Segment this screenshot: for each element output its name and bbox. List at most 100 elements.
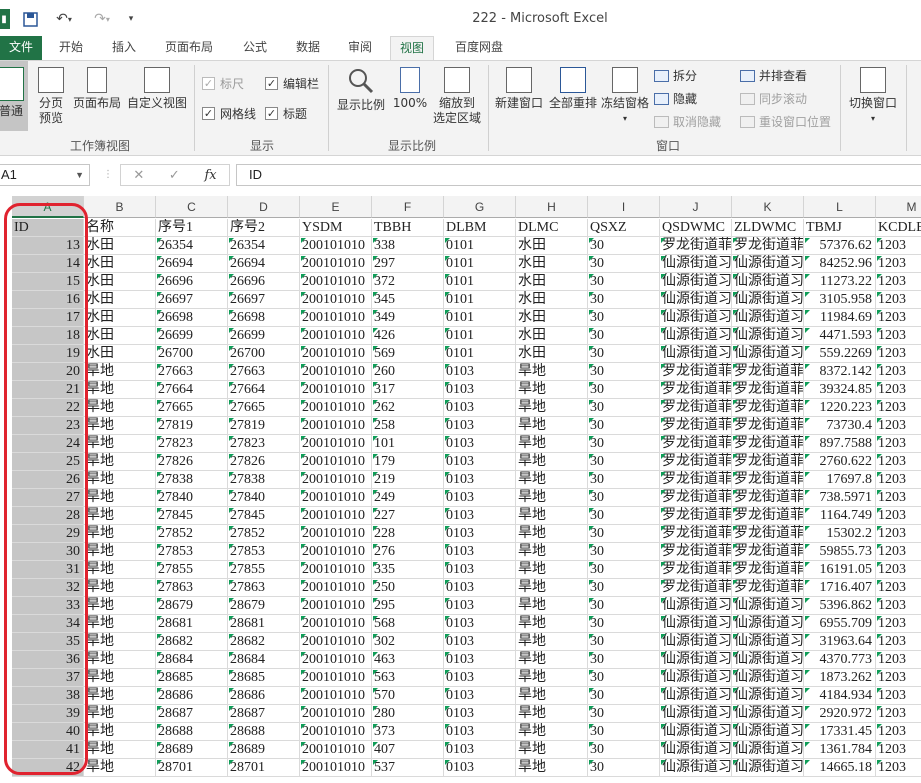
table-cell[interactable]: 0103	[444, 633, 516, 651]
column-header-a[interactable]: A	[12, 196, 84, 218]
table-cell[interactable]: 罗龙街道菲	[660, 471, 732, 489]
table-cell[interactable]: 旱地	[516, 489, 588, 507]
table-cell[interactable]: 345	[372, 291, 444, 309]
table-cell[interactable]: 27853	[228, 543, 300, 561]
header-cell[interactable]: QSDWMC	[660, 219, 732, 237]
table-cell[interactable]: 28685	[156, 669, 228, 687]
table-cell[interactable]: 仙源街道习	[660, 705, 732, 723]
table-cell[interactable]: 0101	[444, 309, 516, 327]
table-cell[interactable]: 旱地	[84, 723, 156, 741]
tab-page-layout[interactable]: 页面布局	[158, 36, 220, 60]
table-cell[interactable]: 1203	[876, 345, 921, 363]
table-cell[interactable]: 1203	[876, 489, 921, 507]
table-cell[interactable]: 463	[372, 651, 444, 669]
header-cell[interactable]: 序号1	[156, 219, 228, 237]
header-cell[interactable]: ID	[12, 219, 84, 237]
table-cell[interactable]: 27855	[156, 561, 228, 579]
table-cell[interactable]: 26354	[228, 237, 300, 255]
table-cell[interactable]: 水田	[516, 237, 588, 255]
table-cell[interactable]: 426	[372, 327, 444, 345]
table-cell[interactable]: 罗龙街道菲	[732, 579, 804, 597]
reset-window-position-button[interactable]: 重设窗口位置	[740, 113, 831, 130]
table-cell[interactable]: 罗龙街道菲	[732, 489, 804, 507]
table-cell[interactable]: 罗龙街道菲	[660, 453, 732, 471]
save-icon[interactable]	[20, 9, 40, 29]
table-cell[interactable]: 1203	[876, 633, 921, 651]
table-cell[interactable]: 27664	[156, 381, 228, 399]
table-cell[interactable]: 1873.262	[804, 669, 876, 687]
table-cell[interactable]: 1203	[876, 687, 921, 705]
table-cell[interactable]: 0103	[444, 705, 516, 723]
table-cell[interactable]: 30	[588, 543, 660, 561]
table-cell[interactable]: 4184.934	[804, 687, 876, 705]
table-cell[interactable]: 262	[372, 399, 444, 417]
table-cell[interactable]: 罗龙街道菲	[732, 237, 804, 255]
table-cell[interactable]: 28689	[156, 741, 228, 759]
table-cell[interactable]: 26698	[156, 309, 228, 327]
table-cell[interactable]: 仙源街道习	[660, 723, 732, 741]
header-cell[interactable]: KCDLBM	[876, 219, 921, 237]
table-cell[interactable]: 28682	[228, 633, 300, 651]
table-cell[interactable]: 1203	[876, 525, 921, 543]
table-cell[interactable]: 738.5971	[804, 489, 876, 507]
table-cell[interactable]: 罗龙街道菲	[732, 561, 804, 579]
table-cell[interactable]: 0103	[444, 435, 516, 453]
table-cell[interactable]: 1203	[876, 255, 921, 273]
table-cell[interactable]: 317	[372, 381, 444, 399]
table-cell[interactable]: 37	[12, 669, 84, 687]
table-cell[interactable]: 罗龙街道菲	[732, 435, 804, 453]
header-cell[interactable]: TBBH	[372, 219, 444, 237]
table-cell[interactable]: 30	[588, 345, 660, 363]
cancel-icon[interactable]: ✕	[133, 168, 144, 183]
switch-windows-button[interactable]: 切换窗口 ▾	[846, 67, 900, 126]
column-header-b[interactable]: B	[84, 196, 156, 218]
table-cell[interactable]: 30	[588, 651, 660, 669]
table-cell[interactable]: 0103	[444, 759, 516, 777]
table-cell[interactable]: 仙源街道习	[660, 741, 732, 759]
table-cell[interactable]: 249	[372, 489, 444, 507]
table-cell[interactable]: 14665.18	[804, 759, 876, 777]
table-cell[interactable]: 旱地	[84, 579, 156, 597]
table-cell[interactable]: 28682	[156, 633, 228, 651]
table-cell[interactable]: 200101010	[300, 543, 372, 561]
table-cell[interactable]: 0101	[444, 327, 516, 345]
table-cell[interactable]: 水田	[516, 291, 588, 309]
table-cell[interactable]: 28	[12, 507, 84, 525]
table-cell[interactable]: 1203	[876, 507, 921, 525]
table-cell[interactable]: 28688	[228, 723, 300, 741]
table-cell[interactable]: 罗龙街道菲	[660, 381, 732, 399]
table-cell[interactable]: 1203	[876, 579, 921, 597]
table-cell[interactable]: 569	[372, 345, 444, 363]
table-cell[interactable]: 4370.773	[804, 651, 876, 669]
table-cell[interactable]: 仙源街道习	[660, 597, 732, 615]
tab-data[interactable]: 数据	[288, 36, 328, 60]
view-side-by-side-button[interactable]: 并排查看	[740, 67, 807, 84]
table-cell[interactable]: 0103	[444, 399, 516, 417]
table-cell[interactable]: 200101010	[300, 381, 372, 399]
table-cell[interactable]: 39	[12, 705, 84, 723]
table-cell[interactable]: 21	[12, 381, 84, 399]
table-cell[interactable]: 30	[588, 759, 660, 777]
table-cell[interactable]: 84252.96	[804, 255, 876, 273]
table-cell[interactable]: 0103	[444, 543, 516, 561]
table-cell[interactable]: 27852	[156, 525, 228, 543]
table-cell[interactable]: 罗龙街道菲	[660, 489, 732, 507]
table-cell[interactable]: 1203	[876, 615, 921, 633]
table-cell[interactable]: 200101010	[300, 759, 372, 777]
table-cell[interactable]: 200101010	[300, 327, 372, 345]
table-cell[interactable]: 27823	[156, 435, 228, 453]
table-cell[interactable]: 200101010	[300, 345, 372, 363]
table-cell[interactable]: 旱地	[516, 597, 588, 615]
table-cell[interactable]: 27852	[228, 525, 300, 543]
table-cell[interactable]: 8372.142	[804, 363, 876, 381]
table-cell[interactable]: 27819	[156, 417, 228, 435]
table-cell[interactable]: 27663	[156, 363, 228, 381]
table-cell[interactable]: 25	[12, 453, 84, 471]
table-cell[interactable]: 罗龙街道菲	[660, 363, 732, 381]
table-cell[interactable]: 旱地	[516, 723, 588, 741]
table-cell[interactable]: 旱地	[84, 381, 156, 399]
table-cell[interactable]: 31	[12, 561, 84, 579]
table-cell[interactable]: 0103	[444, 597, 516, 615]
table-cell[interactable]: 仙源街道习	[732, 255, 804, 273]
table-cell[interactable]: 仙源街道习	[732, 615, 804, 633]
